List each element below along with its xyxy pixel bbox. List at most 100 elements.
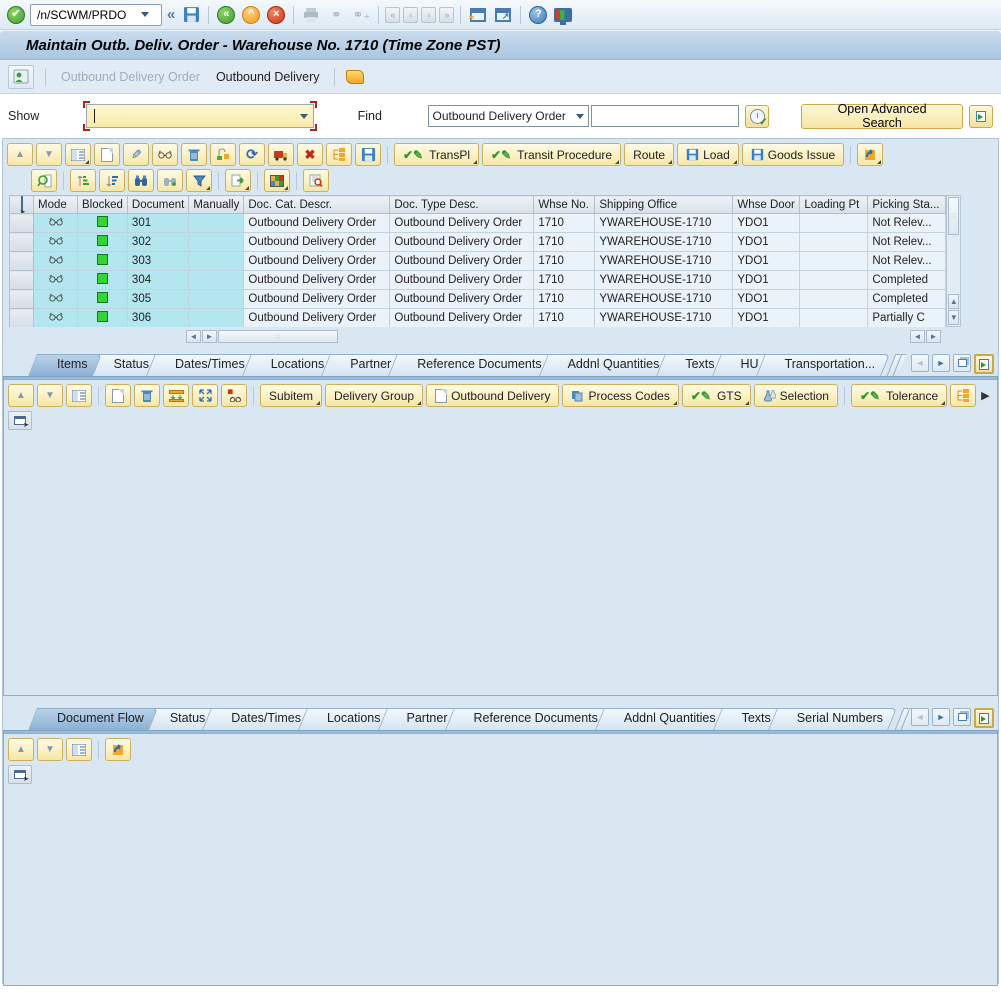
scroll-right-icon[interactable]: ► bbox=[202, 330, 217, 343]
items-select-all-button[interactable] bbox=[8, 411, 32, 430]
menu-outbound-delivery-order[interactable]: Outbound Delivery Order bbox=[57, 68, 204, 86]
tab-reference-documents[interactable]: Reference Documents bbox=[397, 354, 555, 376]
up-button[interactable]: ▲ bbox=[7, 143, 33, 166]
edit-button[interactable]: ✎ bbox=[123, 143, 149, 166]
open-advanced-search-button[interactable]: Open Advanced Search bbox=[801, 104, 963, 129]
command-dropdown-icon[interactable] bbox=[141, 12, 149, 17]
details-button[interactable] bbox=[65, 143, 91, 166]
down-button[interactable]: ▼ bbox=[36, 143, 62, 166]
expand-section-icon[interactable] bbox=[974, 354, 994, 374]
col-loading-pt[interactable]: Loading Pt bbox=[800, 196, 868, 214]
delete-button[interactable] bbox=[181, 143, 207, 166]
save-button[interactable] bbox=[355, 143, 381, 166]
scroll-down-icon[interactable]: ▼ bbox=[948, 310, 959, 325]
display-button[interactable] bbox=[152, 143, 178, 166]
undo-button[interactable] bbox=[857, 143, 883, 166]
process-codes-button[interactable]: Process Codes bbox=[562, 384, 678, 407]
load-button[interactable]: Load bbox=[677, 143, 739, 166]
details-button[interactable] bbox=[66, 738, 92, 761]
cancel-button[interactable]: ✖ bbox=[297, 143, 323, 166]
save-icon[interactable] bbox=[180, 4, 202, 26]
refresh-button[interactable]: ⟳ bbox=[239, 143, 265, 166]
show-dropdown-icon[interactable] bbox=[300, 114, 308, 119]
col-mode[interactable]: Mode bbox=[34, 196, 78, 214]
tab-document-flow[interactable]: Document Flow bbox=[37, 708, 158, 730]
create-button[interactable] bbox=[94, 143, 120, 166]
selection-button[interactable]: Selection bbox=[754, 384, 838, 407]
tolerance-button[interactable]: ✔✎Tolerance bbox=[851, 384, 947, 407]
find-details-button[interactable] bbox=[31, 169, 57, 192]
table-row[interactable]: 304 Outbound Delivery Order Outbound Del… bbox=[10, 271, 946, 290]
show-combo[interactable] bbox=[86, 104, 314, 128]
command-input[interactable] bbox=[37, 8, 137, 22]
services-icon[interactable] bbox=[8, 65, 34, 89]
customize-layout-icon[interactable] bbox=[552, 4, 574, 26]
col-whse-door[interactable]: Whse Door bbox=[733, 196, 800, 214]
search-window-icon[interactable] bbox=[969, 105, 993, 128]
horizontal-scrollbar[interactable]: ◄ ► ∷ ◄ ► bbox=[9, 329, 998, 344]
row-selector[interactable] bbox=[10, 214, 34, 233]
gts-button[interactable]: ✔✎GTS bbox=[682, 384, 751, 407]
last-page-icon[interactable]: » bbox=[439, 7, 454, 23]
table-row[interactable]: 303 Outbound Delivery Order Outbound Del… bbox=[10, 252, 946, 271]
shortcut-icon[interactable]: ↗ bbox=[492, 4, 514, 26]
col-manually[interactable]: Manually bbox=[189, 196, 244, 214]
collapse-icon[interactable]: « bbox=[165, 6, 177, 23]
tab-scroll-right-icon[interactable]: ► bbox=[932, 354, 950, 372]
filter-button[interactable] bbox=[186, 169, 212, 192]
find-button[interactable] bbox=[128, 169, 154, 192]
print-icon[interactable] bbox=[300, 4, 322, 26]
tab-list-icon[interactable] bbox=[953, 708, 971, 726]
subitem-button[interactable]: Subitem bbox=[260, 384, 322, 407]
find-type-dropdown-icon[interactable] bbox=[576, 114, 584, 119]
undo-button[interactable] bbox=[105, 738, 131, 761]
vertical-scrollbar[interactable]: ∷ ▲ ▼ bbox=[946, 195, 961, 327]
row-selector[interactable] bbox=[10, 290, 34, 309]
insert-line-button[interactable] bbox=[163, 384, 189, 407]
hierarchy-button[interactable] bbox=[326, 143, 352, 166]
row-selector[interactable] bbox=[10, 309, 34, 328]
col-blocked[interactable]: Blocked bbox=[78, 196, 128, 214]
find-next-icon[interactable]: ⚭₊ bbox=[350, 4, 372, 26]
details-button[interactable] bbox=[66, 384, 92, 407]
up-icon[interactable]: ^ bbox=[240, 4, 262, 26]
warehouse-task-button[interactable] bbox=[268, 143, 294, 166]
tab-scroll-right-icon[interactable]: ► bbox=[932, 708, 950, 726]
new-session-icon[interactable]: ✶ bbox=[467, 4, 489, 26]
table-row[interactable]: 302 Outbound Delivery Order Outbound Del… bbox=[10, 233, 946, 252]
col-picking-status[interactable]: Picking Sta... bbox=[868, 196, 946, 214]
find-next-button[interactable] bbox=[157, 169, 183, 192]
hierarchy-button[interactable] bbox=[950, 384, 976, 407]
create-button[interactable] bbox=[105, 384, 131, 407]
block-button[interactable] bbox=[210, 143, 236, 166]
find-value-input[interactable] bbox=[591, 105, 739, 127]
tab-scroll-left-icon[interactable]: ◄ bbox=[911, 354, 929, 372]
tab-transportation[interactable]: Transportation... bbox=[765, 354, 890, 376]
scroll-up-icon[interactable]: ▲ bbox=[948, 294, 959, 309]
expand-button[interactable] bbox=[192, 384, 218, 407]
first-page-icon[interactable]: « bbox=[385, 7, 400, 23]
hscrollbar-thumb[interactable]: ∷ bbox=[218, 330, 338, 343]
tab-addnl-quantities[interactable]: Addnl Quantities bbox=[604, 708, 730, 730]
sort-descending-button[interactable] bbox=[99, 169, 125, 192]
tab-scroll-left-icon[interactable]: ◄ bbox=[911, 708, 929, 726]
previous-page-icon[interactable]: ‹ bbox=[403, 7, 418, 23]
scrollbar-thumb[interactable]: ∷ bbox=[948, 197, 959, 235]
exit-icon[interactable]: × bbox=[265, 4, 287, 26]
col-doc-cat[interactable]: Doc. Cat. Descr. bbox=[244, 196, 390, 214]
up-button[interactable]: ▲ bbox=[8, 738, 34, 761]
help-icon[interactable]: ? bbox=[527, 4, 549, 26]
tab-reference-documents[interactable]: Reference Documents bbox=[454, 708, 612, 730]
scroll-right-icon[interactable]: ► bbox=[926, 330, 941, 343]
scroll-left-icon[interactable]: ◄ bbox=[186, 330, 201, 343]
export-button[interactable] bbox=[225, 169, 251, 192]
menu-outbound-delivery[interactable]: Outbound Delivery bbox=[212, 68, 324, 86]
down-button[interactable]: ▼ bbox=[37, 384, 63, 407]
print-preview-button[interactable] bbox=[303, 169, 329, 192]
table-row[interactable]: 301 Outbound Delivery Order Outbound Del… bbox=[10, 214, 946, 233]
tab-serial-numbers[interactable]: Serial Numbers bbox=[777, 708, 897, 730]
scroll-left-icon[interactable]: ◄ bbox=[910, 330, 925, 343]
next-page-icon[interactable]: › bbox=[421, 7, 436, 23]
tab-addnl-quantities[interactable]: Addnl Quantities bbox=[548, 354, 674, 376]
table-row[interactable]: 306 Outbound Delivery Order Outbound Del… bbox=[10, 309, 946, 328]
